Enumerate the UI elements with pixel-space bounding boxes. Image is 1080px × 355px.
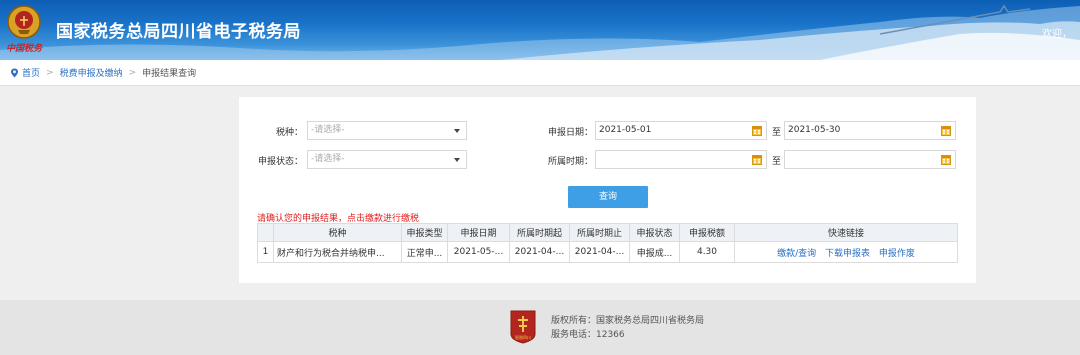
emblem-script: 中国税务 [6,43,44,53]
breadcrumb-home[interactable]: 首页 [22,66,40,79]
breadcrumb-separator: > [128,67,137,78]
status-value: -请选择- [311,154,345,164]
breadcrumb: 首页 > 税费申报及缴纳 > 申报结果查询 [0,60,1080,86]
breadcrumb-current: 申报结果查询 [142,69,197,79]
svg-text:智税四川: 智税四川 [515,334,531,340]
report-date-label: 申报日期： [547,128,593,138]
copyright-text: 版权所有：国家税务总局四川省税务局 [551,316,705,326]
status-select[interactable]: -请选择- [307,150,467,169]
svg-text:中国税务: 中国税务 [6,43,44,53]
table-row: 1 财产和行为税合并纳税申... 正常申... 2021-05-... 2021… [257,241,958,263]
col-report-type: 申报类型 [401,223,448,242]
status-label: 申报状态： [257,157,303,167]
table-header-row: 税种 申报类型 申报日期 所属时期起 所属时期止 申报状态 申报税额 快速链接 [257,223,958,242]
report-date-from-input[interactable]: 2021-05-01 [595,121,767,140]
site-header: 中国税务 国家税务总局四川省电子税务局 欢迎， [0,0,1080,60]
col-report-date: 申报日期 [447,223,510,242]
tax-type-select[interactable]: -请选择- [307,121,467,140]
row-period-end: 2021-04-... [569,241,630,263]
chevron-down-icon [454,129,460,133]
col-period-end: 所属时期止 [569,223,630,242]
col-status: 申报状态 [629,223,680,242]
footer-info: 版权所有：国家税务总局四川省税务局 服务电话：12366 [551,314,704,342]
void-report-link[interactable]: 申报作废 [879,249,915,259]
col-links: 快速链接 [734,223,958,242]
query-button[interactable]: 查询 [568,186,648,208]
results-table: 税种 申报类型 申报日期 所属时期起 所属时期止 申报状态 申报税额 快速链接 … [257,223,958,263]
report-date-to-input[interactable]: 2021-05-30 [784,121,956,140]
to-label: 至 [772,157,782,167]
tax-type-value: -请选择- [311,125,345,135]
calendar-icon[interactable] [752,154,762,165]
row-period-start: 2021-04-... [509,241,570,263]
tax-emblem-icon [7,5,41,39]
report-date-from-value: 2021-05-01 [599,125,652,135]
col-amount: 申报税额 [679,223,735,242]
row-report-date: 2021-05-... [447,241,510,263]
site-footer: 智税四川 版权所有：国家税务总局四川省税务局 服务电话：12366 [0,300,1080,355]
col-tax-type: 税种 [273,223,402,242]
breadcrumb-separator: > [46,67,54,78]
zhishui-sichuan-logo-icon: 智税四川 [510,310,536,344]
calendar-icon[interactable] [941,125,951,136]
site-title: 国家税务总局四川省电子税务局 [56,22,301,42]
row-index: 1 [257,241,274,263]
calendar-icon[interactable] [941,154,951,165]
welcome-text: 欢迎， [1042,29,1072,40]
row-status: 申报成... [629,241,680,263]
period-to-input[interactable] [784,150,956,169]
col-period-start: 所属时期起 [509,223,570,242]
row-links: 缴款/查询 下载申报表 申报作废 [734,241,958,263]
to-label: 至 [772,128,782,138]
row-tax-type: 财产和行为税合并纳税申... [273,241,402,263]
period-label: 所属时期： [547,157,593,167]
query-panel: 税种： -请选择- 申报日期： 2021-05-01 至 2021-05-30 … [239,97,976,283]
pay-query-link[interactable]: 缴款/查询 [777,249,816,259]
row-report-type: 正常申... [401,241,448,263]
period-from-input[interactable] [595,150,767,169]
download-report-link[interactable]: 下载申报表 [825,249,870,259]
row-amount: 4.30 [679,241,735,263]
calendar-icon[interactable] [752,125,762,136]
location-pin-icon [11,68,18,77]
tax-type-label: 税种： [275,128,303,138]
col-index [257,223,274,242]
phone-text: 服务电话：12366 [551,330,625,340]
report-date-to-value: 2021-05-30 [788,125,841,135]
breadcrumb-parent[interactable]: 税费申报及缴纳 [60,66,123,79]
chevron-down-icon [454,158,460,162]
